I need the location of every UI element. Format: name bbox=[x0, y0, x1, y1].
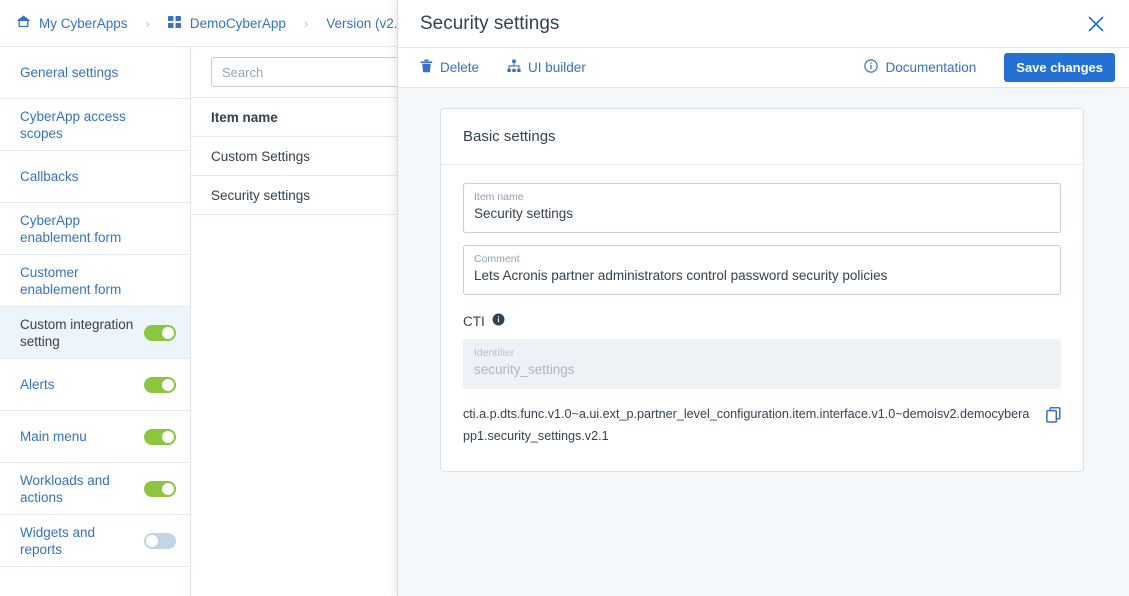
ui-builder-label: UI builder bbox=[528, 60, 586, 75]
ui-builder-button[interactable]: UI builder bbox=[507, 59, 586, 76]
documentation-label: Documentation bbox=[885, 60, 977, 75]
breadcrumb-label: Version (v2.1 bbox=[326, 15, 406, 31]
comment-field[interactable]: Comment Lets Acronis partner administrat… bbox=[463, 245, 1061, 295]
sidebar-item-label: CyberApp access scopes bbox=[20, 108, 126, 141]
comment-value: Lets Acronis partner administrators cont… bbox=[474, 268, 888, 283]
cti-section-label: CTI bbox=[463, 313, 1061, 329]
sidebar-item-label: CyberApp enablement form bbox=[20, 212, 122, 245]
documentation-link[interactable]: Documentation bbox=[864, 59, 976, 76]
sidebar-item-callbacks[interactable]: Callbacks bbox=[0, 151, 190, 203]
panel-body: Basic settings Item name Security settin… bbox=[398, 88, 1129, 596]
basic-settings-card: Basic settings Item name Security settin… bbox=[440, 108, 1084, 472]
item-name-label: Item name bbox=[474, 191, 524, 203]
save-changes-button[interactable]: Save changes bbox=[1004, 53, 1115, 82]
toggle-knob bbox=[162, 326, 174, 339]
hierarchy-icon bbox=[507, 59, 521, 76]
sidebar-item-alerts[interactable]: Alerts bbox=[0, 359, 190, 411]
breadcrumb-item-version[interactable]: Version (v2.1 bbox=[326, 16, 405, 31]
copy-icon[interactable] bbox=[1046, 403, 1061, 426]
sidebar-toggle-widgets-and-reports[interactable] bbox=[144, 532, 176, 549]
delete-label: Delete bbox=[440, 60, 480, 75]
trash-icon bbox=[420, 59, 433, 76]
card-title: Basic settings bbox=[441, 109, 1083, 165]
card-body: Item name Security settings Comment Lets… bbox=[441, 165, 1083, 471]
sidebar-item-label: Customer enablement form bbox=[20, 264, 122, 297]
breadcrumb-separator: › bbox=[303, 15, 309, 31]
sidebar-item-label: Custom integration setting bbox=[20, 316, 134, 349]
page-title: Security settings bbox=[420, 12, 560, 34]
breadcrumb-item-democyberapp[interactable]: DemoCyberApp bbox=[167, 15, 286, 32]
cti-label-text: CTI bbox=[463, 313, 485, 329]
sidebar-item-workloads-and-actions[interactable]: Workloads and actions bbox=[0, 463, 190, 515]
breadcrumb-item-my-cyberapps[interactable]: My CyberApps bbox=[16, 14, 128, 32]
sidebar-item-label: Alerts bbox=[20, 377, 55, 392]
identifier-value: security_settings bbox=[474, 362, 575, 377]
breadcrumb-label: My CyberApps bbox=[39, 15, 128, 31]
grid-icon bbox=[167, 15, 182, 32]
sidebar-toggle-main-menu[interactable] bbox=[144, 428, 176, 445]
sidebar-item-cyberapp-access-scopes[interactable]: CyberApp access scopes bbox=[0, 99, 190, 151]
toggle-knob bbox=[162, 430, 174, 443]
home-icon bbox=[16, 14, 31, 32]
close-icon[interactable] bbox=[1083, 11, 1109, 37]
cti-value-row: cti.a.p.dts.func.v1.0~a.ui.ext_p.partner… bbox=[463, 403, 1061, 447]
identifier-label: Identifier bbox=[474, 347, 515, 359]
sidebar-item-label: Main menu bbox=[20, 429, 87, 444]
delete-button[interactable]: Delete bbox=[420, 59, 479, 76]
sidebar-item-label: General settings bbox=[20, 65, 119, 80]
sidebar-item-custom-integration-setting[interactable]: Custom integration setting bbox=[0, 307, 190, 359]
sidebar-item-widgets-and-reports[interactable]: Widgets and reports bbox=[0, 515, 190, 567]
cti-value: cti.a.p.dts.func.v1.0~a.ui.ext_p.partner… bbox=[463, 407, 1030, 443]
identifier-field: Identifier security_settings bbox=[463, 339, 1061, 389]
sidebar-toggle-workloads-and-actions[interactable] bbox=[144, 480, 176, 497]
toggle-knob bbox=[162, 378, 174, 391]
info-icon[interactable] bbox=[492, 313, 505, 329]
toggle-knob bbox=[162, 482, 174, 495]
main-body: General settings CyberApp access scopes … bbox=[0, 0, 1129, 596]
sidebar-item-main-menu[interactable]: Main menu bbox=[0, 411, 190, 463]
security-settings-panel: Security settings Delete UI builder Docu… bbox=[397, 0, 1129, 596]
sidebar-toggle-custom-integration-setting[interactable] bbox=[144, 324, 176, 341]
breadcrumb-separator: › bbox=[145, 15, 150, 31]
sidebar-item-customer-enablement-form[interactable]: Customer enablement form bbox=[0, 255, 190, 307]
breadcrumb-label: DemoCyberApp bbox=[189, 15, 286, 31]
column-header-item-name: Item name bbox=[211, 109, 278, 125]
sidebar-item-label: Workloads and actions bbox=[20, 472, 110, 505]
toggle-knob bbox=[146, 534, 158, 547]
list-item-label: Custom Settings bbox=[211, 148, 311, 164]
sidebar-item-general-settings[interactable]: General settings bbox=[0, 47, 190, 99]
panel-header: Security settings bbox=[398, 0, 1129, 48]
sidebar-item-cyberapp-enablement-form[interactable]: CyberApp enablement form bbox=[0, 203, 190, 255]
sidebar: General settings CyberApp access scopes … bbox=[0, 47, 191, 596]
sidebar-item-label: Widgets and reports bbox=[20, 524, 96, 557]
sidebar-item-label: Callbacks bbox=[20, 169, 79, 184]
item-name-value: Security settings bbox=[474, 206, 574, 221]
list-item-label: Security settings bbox=[211, 187, 311, 203]
app-root: My CyberApps › DemoCyberApp › Version (v… bbox=[0, 0, 1129, 596]
item-name-field[interactable]: Item name Security settings bbox=[463, 183, 1061, 233]
info-icon bbox=[864, 59, 879, 76]
sidebar-toggle-alerts[interactable] bbox=[144, 376, 176, 393]
comment-label: Comment bbox=[474, 253, 520, 265]
panel-toolbar: Delete UI builder Documentation Save cha… bbox=[398, 48, 1129, 88]
